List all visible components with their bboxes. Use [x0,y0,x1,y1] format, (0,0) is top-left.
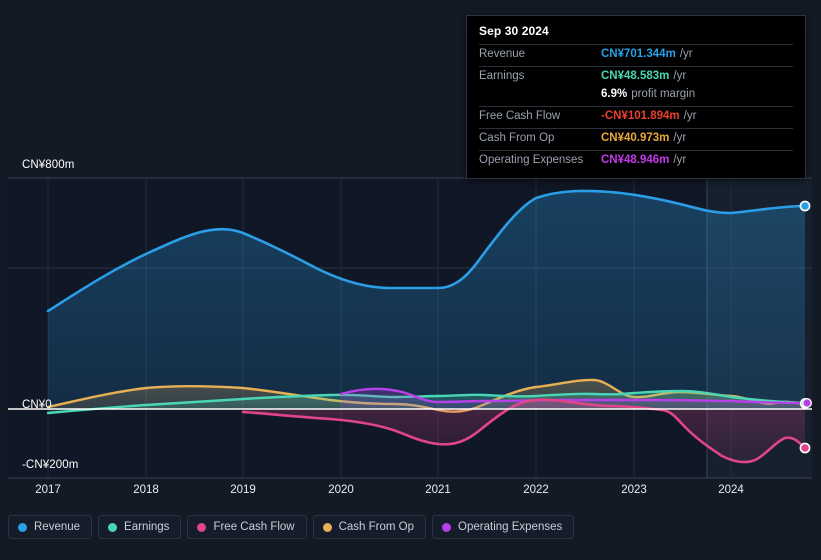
legend-label-earnings: Earnings [124,521,170,533]
endpoint-operating-expenses [802,398,813,409]
x-axis-tick-2024: 2024 [718,484,744,496]
x-axis-tick-2018: 2018 [133,484,159,496]
tooltip-label-cash-from-op: Cash From Op [479,132,555,144]
legend-dot-revenue-icon [18,522,27,532]
x-axis-tick-2019: 2019 [230,484,256,496]
data-tooltip: Sep 30 2024 Revenue CN¥701.344m /yr Earn… [466,15,806,179]
x-axis-tick-2020: 2020 [328,484,354,496]
legend-item-earnings[interactable]: Earnings [98,515,182,539]
endpoint-free-cash-flow [799,442,811,454]
tooltip-value-profit-margin: 6.9% [601,88,628,100]
tooltip-label-free-cash-flow: Free Cash Flow [479,110,561,122]
tooltip-label-operating-expenses: Operating Expenses [479,154,584,166]
tooltip-title: Sep 30 2024 [479,24,549,38]
tooltip-unit-revenue: /yr [679,48,693,60]
chart-legend: Revenue Earnings Free Cash Flow Cash Fro… [8,515,575,539]
legend-dot-free-cash-flow-icon [197,522,207,532]
legend-dot-operating-expenses-icon [442,522,452,532]
tooltip-value-free-cash-flow: -CN¥101.894m [601,110,680,122]
legend-item-operating-expenses[interactable]: Operating Expenses [432,515,575,539]
tooltip-value-cash-from-op: CN¥40.973m [601,132,670,144]
tooltip-value-revenue: CN¥701.344m [601,48,676,60]
tooltip-unit-earnings: /yr [673,70,687,82]
tooltip-value-operating-expenses: CN¥48.946m [601,154,670,166]
tooltip-row-cash-from-op: Cash From Op CN¥40.973m /yr [479,128,793,150]
legend-dot-earnings-icon [108,522,118,532]
tooltip-unit-operating-expenses: /yr [673,154,687,166]
tooltip-value-earnings: CN¥48.583m [601,70,670,82]
financial-chart-page: CN¥800m CN¥0 -CN¥200m 2017 2018 2019 202… [0,0,821,560]
legend-label-revenue: Revenue [34,521,81,533]
tooltip-row-profit-margin: 6.9% profit margin [479,88,793,106]
tooltip-label-revenue: Revenue [479,48,526,60]
tooltip-label-earnings: Earnings [479,70,525,82]
legend-item-cash-from-op[interactable]: Cash From Op [312,515,427,539]
legend-label-free-cash-flow: Free Cash Flow [213,521,295,533]
x-axis-tick-2017: 2017 [35,484,61,496]
legend-label-cash-from-op: Cash From Op [338,521,415,533]
tooltip-unit-free-cash-flow: /yr [683,110,697,122]
tooltip-unit-cash-from-op: /yr [673,132,687,144]
tooltip-row-free-cash-flow: Free Cash Flow -CN¥101.894m /yr [479,106,793,128]
endpoint-revenue [799,200,811,212]
legend-item-revenue[interactable]: Revenue [8,515,93,539]
x-axis-tick-2023: 2023 [621,484,647,496]
tooltip-unit-profit-margin: profit margin [631,88,696,100]
tooltip-row-revenue: Revenue CN¥701.344m /yr [479,44,793,66]
legend-label-operating-expenses: Operating Expenses [458,521,563,533]
tooltip-row-earnings: Earnings CN¥48.583m /yr [479,66,793,88]
legend-dot-cash-from-op-icon [322,522,332,532]
x-axis-tick-2022: 2022 [523,484,549,496]
x-axis-tick-2021: 2021 [425,484,451,496]
tooltip-row-operating-expenses: Operating Expenses CN¥48.946m /yr [479,150,793,172]
legend-item-free-cash-flow[interactable]: Free Cash Flow [187,515,307,539]
